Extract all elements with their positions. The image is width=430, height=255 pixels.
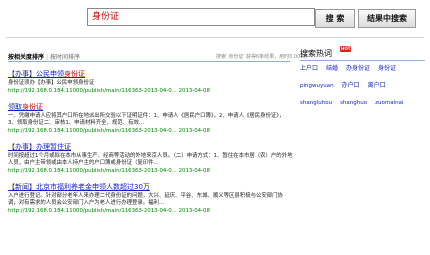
hot-word-link[interactable]: shangluhou — [300, 99, 332, 108]
sort-bar: 按相关度排序 | 按时间排序 — [8, 52, 80, 61]
hot-word-link[interactable]: pingwuyuan — [300, 82, 334, 91]
result-item: 【办事】公民申领身份证 身份证须办【办事】公民申领身份证 http://192.… — [8, 70, 293, 95]
result-url: http://192.168.0.184:11000/publish/main/… — [8, 167, 210, 174]
result-snippet: 一、凭缴申请人应将其户口所在地派出所交验以下证明证件：1、申请人《居民户口簿》，… — [8, 112, 285, 127]
result-title-text: 办理暂住证 — [36, 142, 71, 151]
result-title-link[interactable]: 领取身份证 — [8, 103, 293, 112]
result-title-text: 北京市福利养老金申领人数超过30万 — [36, 182, 150, 191]
hot-word-link[interactable]: 身份证 — [378, 64, 396, 73]
hot-word-link[interactable]: 办身份证 — [346, 64, 370, 73]
hot-word-link[interactable]: 结婚 — [326, 64, 338, 73]
result-category-tag: 【新闻】 — [8, 182, 36, 191]
result-snippet: 身份证须办【办事】公民申领身份证 — [8, 80, 95, 86]
hot-word-link[interactable]: 离户口 — [368, 81, 386, 90]
result-item: 【新闻】北京市福利养老金申领人数超过30万 入户进行登记。针对部分老年人来办理二… — [8, 183, 293, 215]
result-url: http://192.168.0.184:11000/publish/main/… — [8, 127, 210, 134]
hot-words-list: 上户口 结婚 办身份证 身份证 pingwuyuan 办户口 离户口 shang… — [300, 64, 425, 116]
hot-words-heading: 搜索热词 HOT — [300, 46, 425, 58]
search-button[interactable]: 搜 索 — [315, 9, 355, 28]
sort-by-relevance[interactable]: 按相关度排序 — [8, 54, 44, 61]
result-title-link[interactable]: 【办事】公民申领身份证 — [8, 70, 293, 79]
hot-badge: HOT — [340, 46, 352, 52]
result-category-tag: 【办事】 — [8, 142, 36, 151]
result-snippet: 入户进行登记。针对部分老年人来办理二代身份证的问题，大兴、延庆、平谷、东城、顺义… — [8, 192, 283, 207]
hot-words-divider — [300, 60, 425, 61]
result-title-highlight: 身份证 — [64, 70, 85, 78]
result-url: http://192.168.0.184:11000/publish/main/… — [8, 87, 210, 94]
result-title-text: 公民申领 — [36, 70, 64, 78]
result-item: 领取身份证 一、凭缴申请人应将其户口所在地派出所交验以下证明证件：1、申请人《居… — [8, 103, 293, 135]
result-title-link[interactable]: 【办事】办理暂住证 — [8, 143, 293, 152]
search-within-results-button[interactable]: 结果中搜索 — [358, 9, 416, 28]
result-title-link[interactable]: 【新闻】北京市福利养老金申领人数超过30万 — [8, 183, 293, 192]
result-title-highlight: 身份证 — [22, 102, 43, 111]
results-list: 【办事】公民申领身份证 身份证须办【办事】公民申领身份证 http://192.… — [8, 70, 293, 223]
sort-separator: | — [46, 54, 49, 61]
header-divider — [6, 37, 424, 38]
hot-word-link[interactable]: 上户口 — [300, 64, 318, 73]
result-url: http://192.168.0.184:11000/publish/main/… — [8, 207, 210, 214]
sort-by-time[interactable]: 按时间排序 — [50, 54, 80, 61]
result-snippet: 时间按超过1个月或拟在本市从事生产、经商等活动的外地来京人员。（二）申请方式：1… — [8, 152, 293, 167]
hot-word-link[interactable]: zuomainai — [375, 99, 403, 108]
result-category-tag: 【办事】 — [8, 70, 36, 78]
results-divider — [8, 61, 290, 62]
search-input[interactable]: 身份证 — [87, 8, 315, 26]
hot-words-title: 搜索热词 — [300, 49, 332, 58]
result-title-text: 领取 — [8, 102, 22, 111]
hot-word-link[interactable]: 办户口 — [342, 81, 360, 90]
result-item: 【办事】办理暂住证 时间按超过1个月或拟在本市从事生产、经商等活动的外地来京人员… — [8, 143, 293, 175]
hot-word-link[interactable]: shanghuo — [340, 99, 367, 108]
hot-words-panel: 搜索热词 HOT 上户口 结婚 办身份证 身份证 pingwuyuan 办户口 … — [300, 46, 425, 116]
result-stats: 搜索`身份证`获得6条结果，用时0.002秒 — [216, 54, 309, 60]
